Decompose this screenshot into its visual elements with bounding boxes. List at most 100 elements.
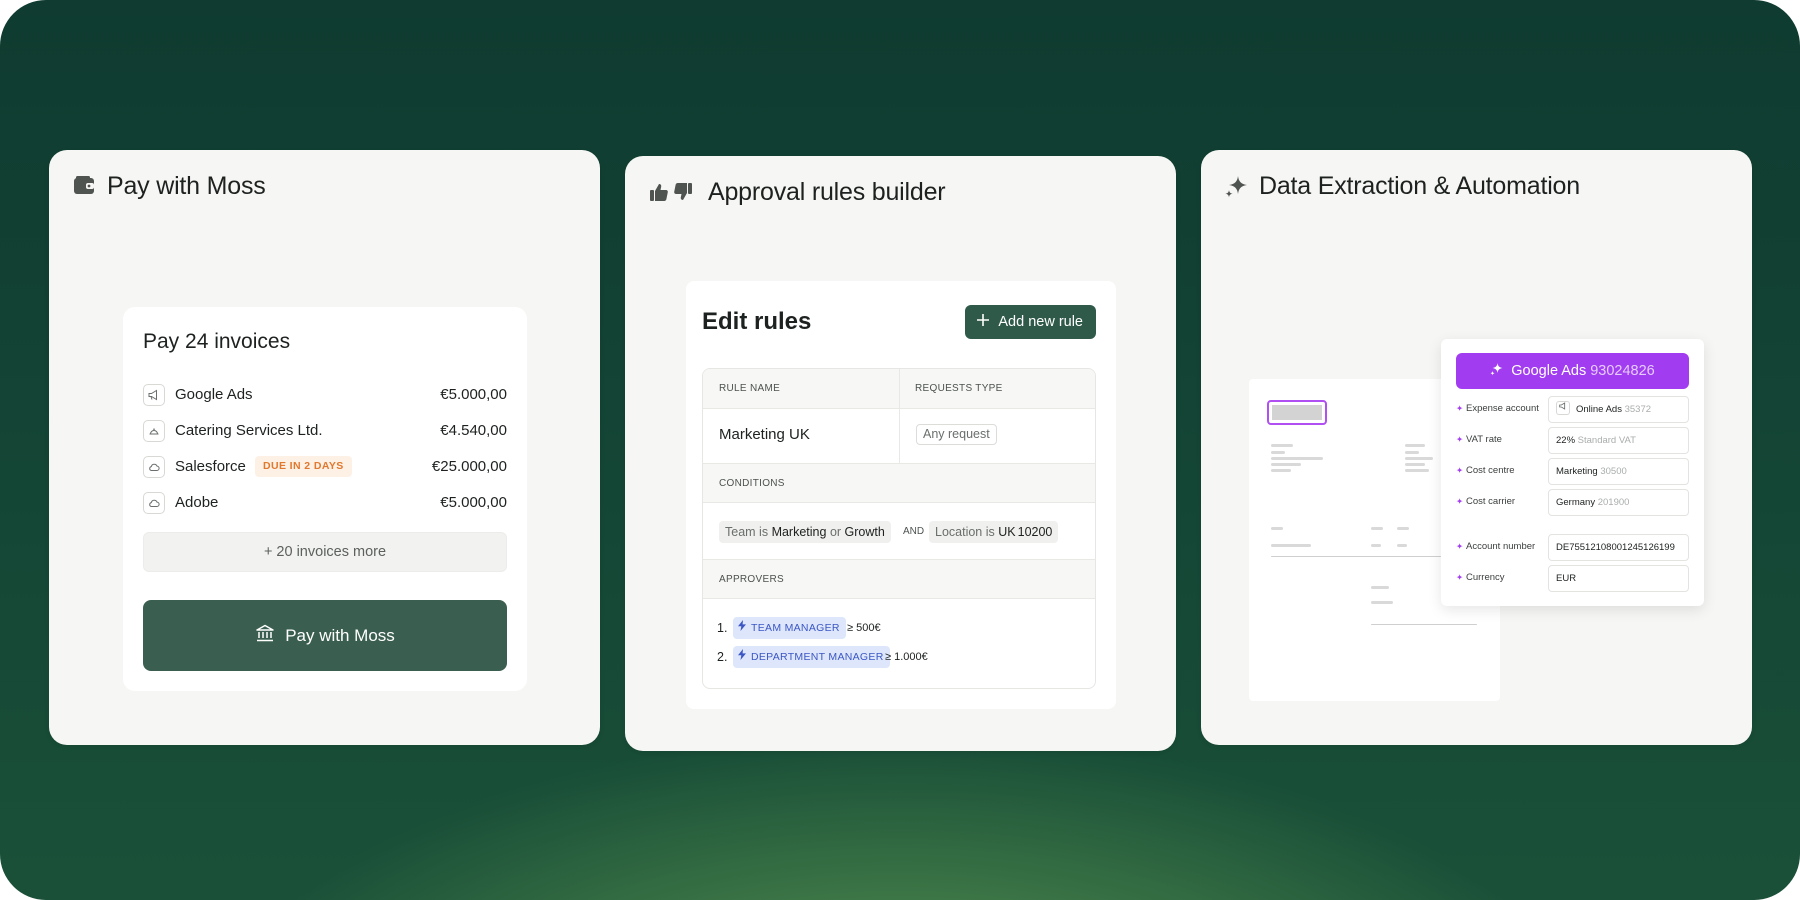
requests-type-header: REQUESTS TYPE (915, 383, 1003, 394)
field-label: Account number (1455, 541, 1535, 552)
cost-carrier-field[interactable]: Germany 201900 (1548, 489, 1689, 516)
condition-code: 10200 (1017, 525, 1053, 539)
invoice-amount: €25.000,00 (431, 458, 507, 475)
approver-condition: ≥ 500€ (847, 622, 881, 634)
invoice-name: Adobe (175, 494, 219, 511)
pay-with-moss-button[interactable]: Pay with Moss (143, 600, 507, 671)
cloud-icon (143, 492, 165, 514)
sparkle-icon (1490, 362, 1503, 380)
extracted-row: Expense account Online Ads 35372 (1455, 396, 1689, 423)
pay-button-label: Pay with Moss (285, 625, 395, 645)
bank-icon (255, 623, 275, 648)
sparkle-icon (1456, 497, 1463, 504)
edit-rules-heading: Edit rules (702, 308, 812, 335)
approvers-header: APPROVERS (703, 559, 1095, 599)
sparkle-icon (1225, 175, 1249, 204)
card-title: Approval rules builder (708, 178, 946, 206)
approval-rules-card: Approval rules builder Edit rules Add ne… (625, 156, 1176, 751)
sparkle-icon (1456, 435, 1463, 442)
invoice-row[interactable]: Google Ads €5.000,00 (143, 383, 507, 407)
invoice-amount: €5.000,00 (440, 494, 507, 511)
background-stage: Pay with Moss Pay 24 invoices Google Ads… (0, 0, 1800, 900)
invoice-amount: €4.540,00 (440, 422, 507, 439)
approver-role: DEPARTMENT MANAGER (751, 651, 884, 663)
extraction-header[interactable]: Google Ads 93024826 (1456, 353, 1689, 389)
cloud-icon (143, 456, 165, 478)
invoice-number: 93024826 (1590, 363, 1655, 379)
field-label: Currency (1455, 572, 1505, 583)
field-label: Expense account (1455, 403, 1539, 414)
approver-badge: TEAM MANAGER (733, 617, 846, 639)
thumbs-down-icon (673, 182, 693, 207)
vat-rate-field[interactable]: 22% Standard VAT (1548, 427, 1689, 454)
pay-with-moss-card: Pay with Moss Pay 24 invoices Google Ads… (49, 150, 600, 745)
card-title: Data Extraction & Automation (1259, 172, 1580, 200)
invoice-name: Google Ads (175, 386, 253, 403)
field-label: VAT rate (1455, 434, 1502, 445)
condition-join: or (829, 525, 842, 539)
condition-field: Location is (935, 525, 995, 539)
approver-badge: DEPARTMENT MANAGER (733, 646, 890, 668)
thumbs-up-icon (649, 182, 669, 207)
rule-table: RULE NAME REQUESTS TYPE Marketing UK Any… (702, 368, 1096, 689)
sparkle-icon (1456, 466, 1463, 473)
invoice-name: Catering Services Ltd. (175, 422, 323, 439)
card-title: Pay with Moss (107, 172, 266, 200)
field-label: Cost carrier (1455, 496, 1515, 507)
sparkle-icon (1456, 542, 1463, 549)
account-number-field[interactable]: DE75512108001245126199 (1548, 534, 1689, 561)
requests-type-value[interactable]: Any request (916, 424, 997, 445)
condition-value: UK (998, 525, 1016, 539)
extracted-row: Cost carrier Germany 201900 (1455, 489, 1689, 516)
add-new-rule-button[interactable]: Add new rule (965, 305, 1096, 339)
extracted-row: Account number DE75512108001245126199 (1455, 534, 1689, 561)
approver-number: 1. (717, 621, 728, 635)
pay-invoices-heading: Pay 24 invoices (143, 330, 291, 353)
edit-rules-panel: Edit rules Add new rule RULE NAME REQUES… (686, 281, 1116, 709)
invoice-row[interactable]: Adobe €5.000,00 (143, 491, 507, 515)
conditions-header: CONDITIONS (703, 463, 1095, 503)
sparkle-icon (1456, 573, 1463, 580)
condition-team[interactable]: Team is Marketing or Growth (719, 521, 891, 543)
data-extraction-card: Data Extraction & Automation Google Ads … (1201, 150, 1752, 745)
megaphone-icon (143, 384, 165, 406)
column-divider (899, 369, 900, 463)
extracted-row: VAT rate 22% Standard VAT (1455, 427, 1689, 454)
rule-name-header: RULE NAME (719, 383, 781, 394)
currency-field[interactable]: EUR (1548, 565, 1689, 592)
extracted-row: Cost centre Marketing 30500 (1455, 458, 1689, 485)
cloche-icon (143, 420, 165, 442)
add-rule-label: Add new rule (998, 314, 1083, 330)
approver-role: TEAM MANAGER (751, 622, 840, 634)
extraction-panel: Google Ads 93024826 Expense account Onli… (1441, 339, 1704, 606)
due-badge: DUE IN 2 DAYS (255, 456, 352, 477)
conditions-label: CONDITIONS (719, 478, 785, 489)
approver-condition: ≥ 1.000€ (885, 651, 928, 663)
lightning-icon (737, 646, 747, 668)
pay-invoices-panel: Pay 24 invoices Google Ads €5.000,00 Cat… (123, 307, 527, 691)
more-invoices-button[interactable]: + 20 invoices more (143, 532, 507, 572)
condition-location[interactable]: Location is UK 10200 (929, 521, 1059, 543)
approver-number: 2. (717, 650, 728, 664)
megaphone-icon (1556, 401, 1570, 416)
condition-field: Team is (725, 525, 769, 539)
extracted-field-highlight (1267, 400, 1327, 425)
vendor-name: Google Ads (1511, 363, 1587, 379)
rule-name-value[interactable]: Marketing UK (719, 426, 810, 443)
invoice-name: Salesforce (175, 458, 246, 475)
cost-centre-field[interactable]: Marketing 30500 (1548, 458, 1689, 485)
wallet-icon (73, 175, 95, 200)
extracted-row: Currency EUR (1455, 565, 1689, 592)
condition-value: Marketing (771, 525, 827, 539)
approvers-label: APPROVERS (719, 574, 784, 585)
invoice-amount: €5.000,00 (440, 386, 507, 403)
sparkle-icon (1456, 404, 1463, 411)
invoice-row[interactable]: Salesforce DUE IN 2 DAYS €25.000,00 (143, 455, 507, 479)
field-label: Cost centre (1455, 465, 1515, 476)
lightning-icon (737, 617, 747, 639)
expense-account-field[interactable]: Online Ads 35372 (1548, 396, 1689, 423)
condition-value: Growth (844, 525, 885, 539)
and-operator: AND (903, 526, 925, 537)
plus-icon (976, 313, 990, 331)
invoice-row[interactable]: Catering Services Ltd. €4.540,00 (143, 419, 507, 443)
